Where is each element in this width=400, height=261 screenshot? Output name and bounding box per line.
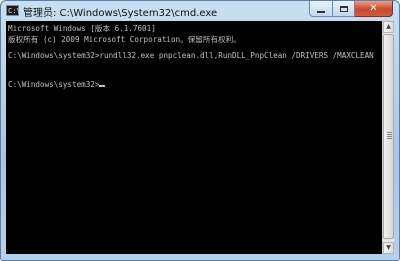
window-controls: ✕ (309, 1, 393, 17)
close-icon: ✕ (369, 2, 378, 14)
prompt-text: C:\Windows\system32> (8, 80, 100, 89)
cmd-icon[interactable]: C:\ (6, 5, 21, 16)
scroll-thumb[interactable] (383, 34, 394, 239)
scroll-down-button[interactable]: ▼ (383, 242, 394, 254)
title-bar[interactable]: C:\ 管理员: C:\Windows\System32\cmd.exe ✕ (1, 1, 399, 21)
maximize-button[interactable] (333, 1, 355, 17)
close-button[interactable]: ✕ (355, 1, 393, 17)
scroll-up-button[interactable]: ▲ (383, 21, 394, 33)
window-title: 管理员: C:\Windows\System32\cmd.exe (23, 8, 218, 19)
console-line: Microsoft Windows [版本 6.1.7601] (8, 24, 156, 33)
grip-icon (387, 132, 392, 140)
vertical-scrollbar[interactable]: ▲ ▼ (382, 21, 394, 254)
prompt-line[interactable]: C:\Windows\system32> (8, 79, 106, 90)
console-output[interactable]: Microsoft Windows [版本 6.1.7601] 版权所有 (c)… (6, 21, 382, 254)
cmd-window: C:\ 管理员: C:\Windows\System32\cmd.exe ✕ M… (0, 0, 400, 261)
text-cursor (99, 85, 106, 87)
minimize-icon (317, 10, 325, 13)
console-line: 版权所有 (c) 2009 Microsoft Corporation。保留所有… (8, 35, 241, 44)
maximize-icon (339, 5, 348, 12)
minimize-button[interactable] (309, 1, 333, 17)
console-line: C:\Windows\system32>rundll32.exe pnpclea… (8, 51, 374, 60)
